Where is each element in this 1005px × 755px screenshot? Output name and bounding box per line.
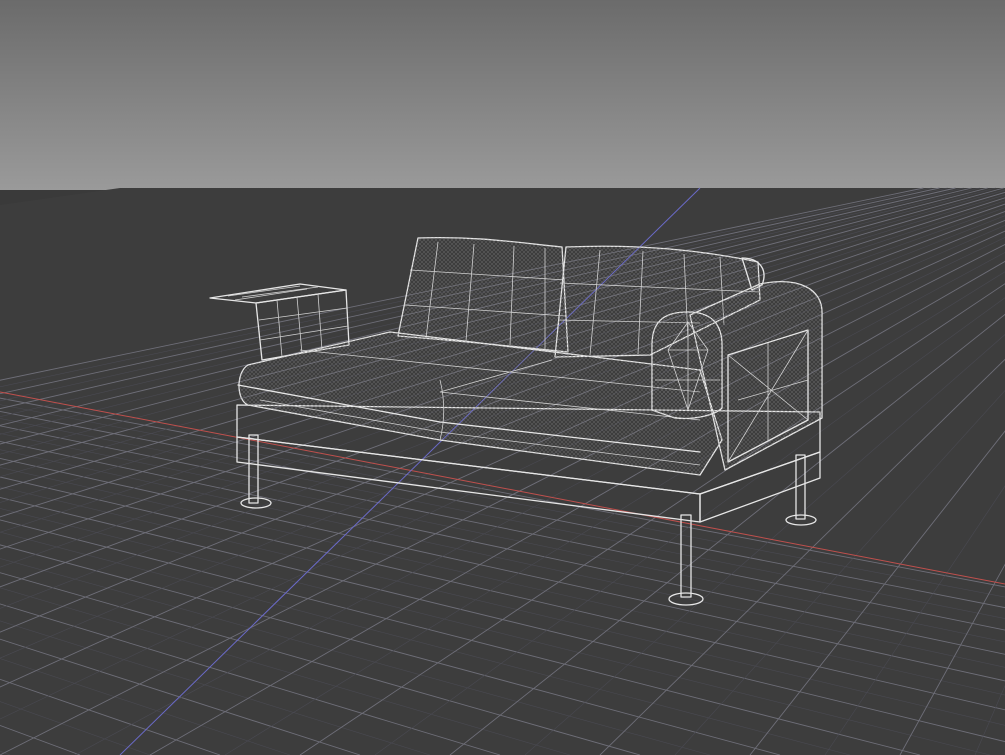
- viewport-canvas[interactable]: [0, 0, 1005, 755]
- viewport-background: [0, 0, 1005, 190]
- 3d-viewport[interactable]: [0, 0, 1005, 755]
